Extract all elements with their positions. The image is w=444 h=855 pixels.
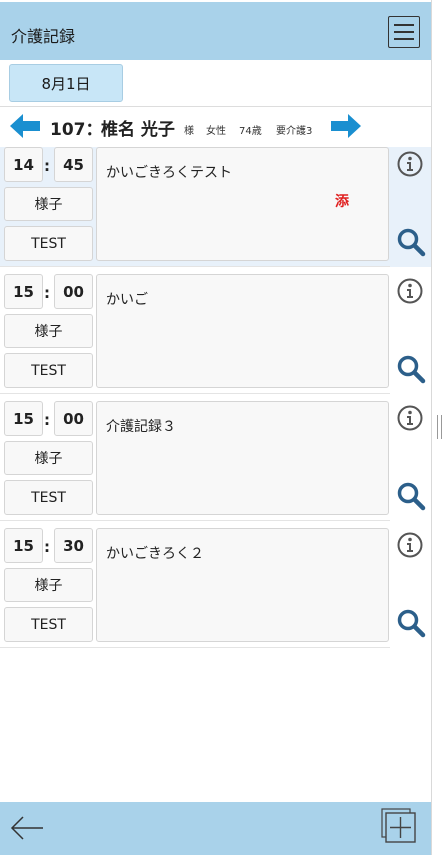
arrow-left-icon[interactable] bbox=[10, 114, 40, 138]
resident-name: 椎名 光子 bbox=[101, 120, 175, 140]
category-button[interactable]: 様子 bbox=[4, 314, 93, 348]
category-button[interactable]: 様子 bbox=[4, 441, 93, 475]
info-icon[interactable] bbox=[397, 532, 423, 558]
page-title: 介護記録 bbox=[11, 27, 76, 46]
row-divider bbox=[0, 647, 390, 648]
search-icon[interactable] bbox=[396, 481, 426, 511]
search-icon[interactable] bbox=[396, 354, 426, 384]
record-row[interactable]: 15:00 様子 TEST かいご bbox=[0, 274, 431, 394]
record-row[interactable]: 15:00 様子 TEST 介護記録３ bbox=[0, 401, 431, 521]
record-row[interactable]: 15:30 様子 TEST かいごきろく２ bbox=[0, 528, 431, 648]
search-icon[interactable] bbox=[396, 608, 426, 638]
resident-gender: 女性 bbox=[206, 126, 226, 137]
resident-honorific: 様 bbox=[184, 126, 194, 137]
hour-field[interactable]: 14 bbox=[4, 147, 43, 182]
app-header: 介護記録 bbox=[0, 2, 431, 60]
minute-field[interactable]: 00 bbox=[54, 274, 93, 309]
date-bar: 8月1日 bbox=[0, 60, 431, 107]
scroll-handle[interactable] bbox=[437, 415, 442, 439]
row-divider bbox=[0, 393, 390, 394]
resident-id: 107： bbox=[50, 120, 103, 140]
info-icon[interactable] bbox=[397, 151, 423, 177]
resident-bar: 107： 椎名 光子 様 女性 74歳 要介護3 bbox=[0, 108, 431, 144]
category-button[interactable]: 様子 bbox=[4, 187, 93, 221]
time-colon: : bbox=[44, 157, 50, 175]
record-text: かいごきろく２ bbox=[106, 546, 204, 562]
info-icon[interactable] bbox=[397, 278, 423, 304]
minute-field[interactable]: 00 bbox=[54, 401, 93, 436]
search-icon[interactable] bbox=[396, 227, 426, 257]
record-text: 介護記録３ bbox=[106, 419, 176, 435]
time-colon: : bbox=[44, 411, 50, 429]
hour-field[interactable]: 15 bbox=[4, 401, 43, 436]
staff-button[interactable]: TEST bbox=[4, 353, 93, 388]
date-selector[interactable]: 8月1日 bbox=[9, 64, 123, 102]
time-colon: : bbox=[44, 284, 50, 302]
staff-button[interactable]: TEST bbox=[4, 607, 93, 642]
hour-field[interactable]: 15 bbox=[4, 274, 43, 309]
app-frame: 介護記録 8月1日 107： 椎名 光子 様 女性 74歳 要介護3 14:45… bbox=[0, 0, 432, 855]
resident-age: 74歳 bbox=[239, 126, 262, 137]
minute-field[interactable]: 30 bbox=[54, 528, 93, 563]
record-text: かいご bbox=[106, 292, 148, 308]
info-icon[interactable] bbox=[397, 405, 423, 431]
row-divider bbox=[0, 266, 390, 267]
time-colon: : bbox=[44, 538, 50, 556]
arrow-right-icon[interactable] bbox=[331, 114, 361, 138]
attachment-badge[interactable]: 添 bbox=[335, 191, 349, 211]
record-content[interactable]: かいご bbox=[96, 274, 389, 388]
minute-field[interactable]: 45 bbox=[54, 147, 93, 182]
category-button[interactable]: 様子 bbox=[4, 568, 93, 602]
record-content[interactable]: かいごきろくテスト添 bbox=[96, 147, 389, 261]
back-arrow-icon[interactable] bbox=[10, 815, 44, 841]
row-divider bbox=[0, 520, 390, 521]
resident-care-level: 要介護3 bbox=[276, 126, 313, 137]
app-footer bbox=[0, 802, 431, 855]
record-text: かいごきろくテスト bbox=[106, 165, 232, 181]
record-row[interactable]: 14:45 様子 TEST かいごきろくテスト添 bbox=[0, 147, 431, 267]
hamburger-menu-icon[interactable] bbox=[388, 16, 420, 48]
record-content[interactable]: 介護記録３ bbox=[96, 401, 389, 515]
staff-button[interactable]: TEST bbox=[4, 226, 93, 261]
staff-button[interactable]: TEST bbox=[4, 480, 93, 515]
add-record-icon[interactable] bbox=[381, 808, 417, 844]
record-content[interactable]: かいごきろく２ bbox=[96, 528, 389, 642]
hour-field[interactable]: 15 bbox=[4, 528, 43, 563]
